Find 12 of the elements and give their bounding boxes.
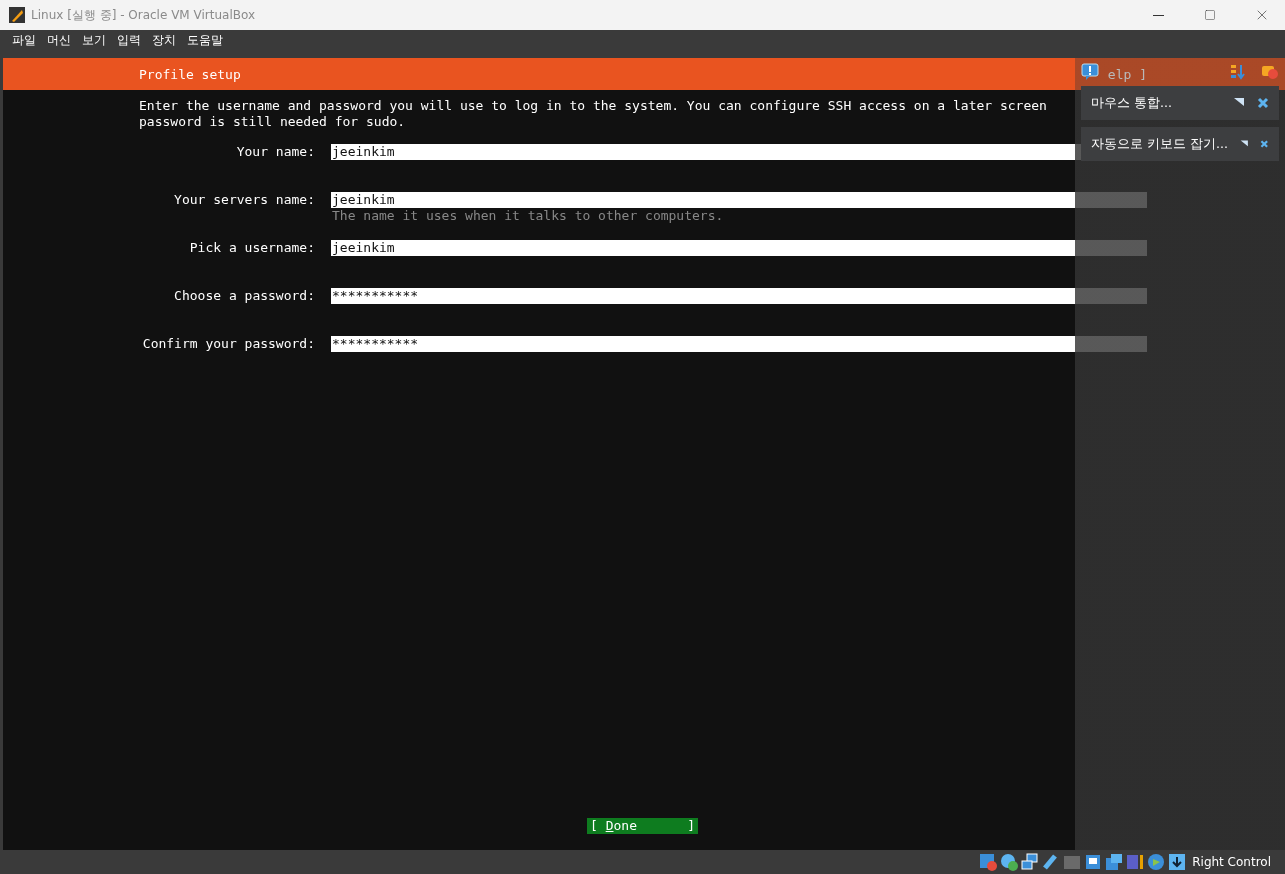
field-label: Your servers name: xyxy=(173,192,315,208)
field-hint: The name it uses when it talks to other computers. xyxy=(331,208,725,224)
field-label: Choose a password: xyxy=(173,288,315,304)
host-key-label: Right Control xyxy=(1192,855,1271,869)
field-label: Confirm your password: xyxy=(141,336,315,352)
window-title: Linux [실행 중] - Oracle VM VirtualBox xyxy=(31,6,257,24)
intro-text: Enter the username and password you will use to log in to the system. You can configure SSH access on a later screen xyxy=(139,98,1047,114)
field-label: Pick a username: xyxy=(188,240,315,256)
intro-text: password is still needed for sudo. xyxy=(139,114,406,130)
field-label: Your name: xyxy=(235,144,315,160)
screen-title: Profile setup xyxy=(139,66,241,82)
notification-text: 마우스 통합... xyxy=(1091,94,1173,112)
